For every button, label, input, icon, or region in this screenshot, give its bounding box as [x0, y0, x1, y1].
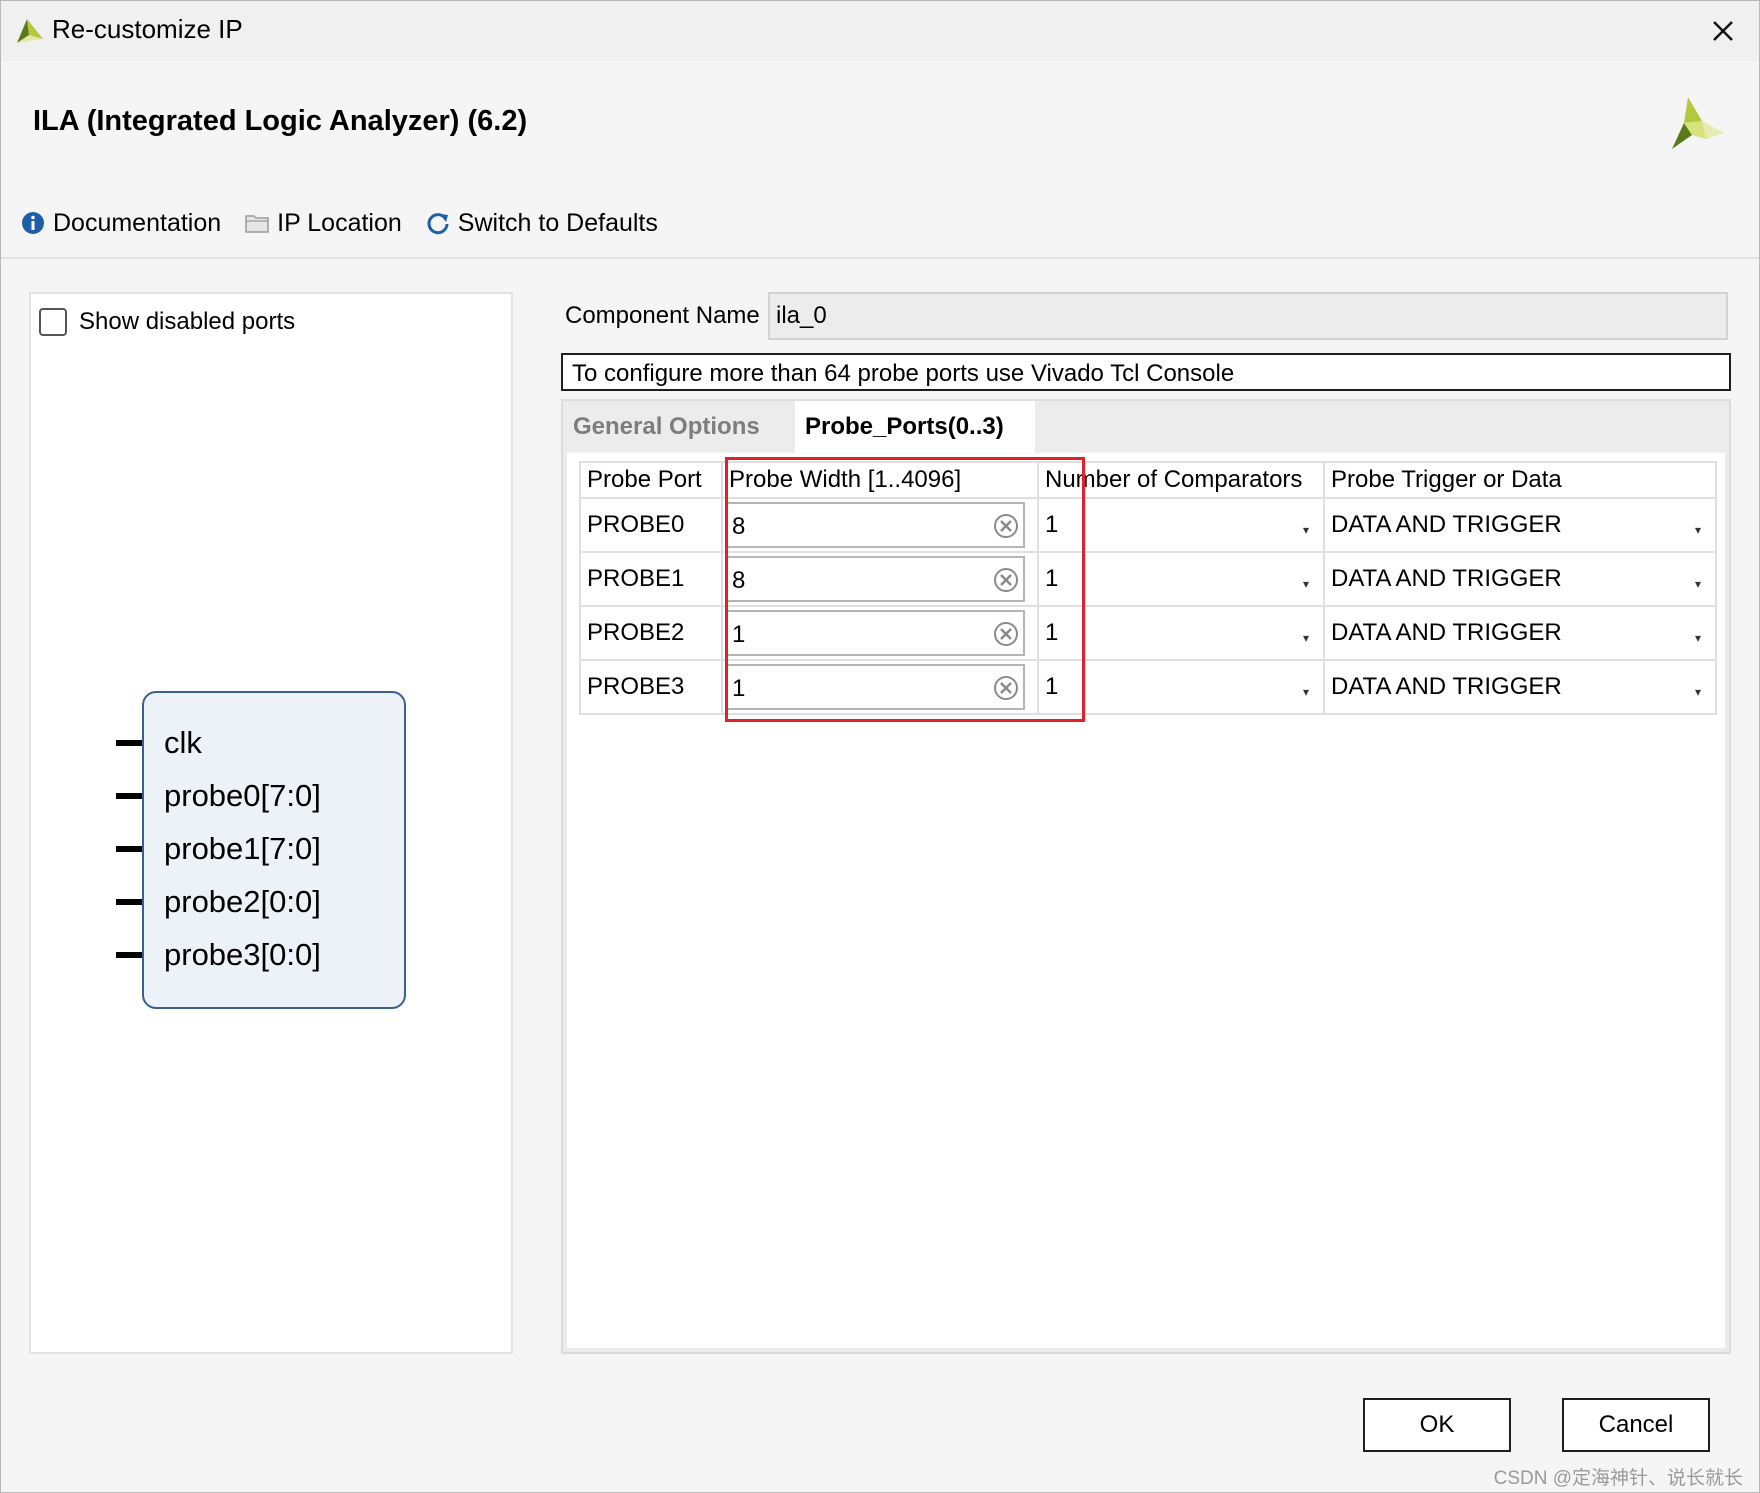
trigger-dropdown[interactable]: DATA AND TRIGGER ▾ — [1323, 497, 1717, 553]
info-icon — [22, 212, 44, 234]
probe-width-input[interactable]: 8 — [725, 502, 1025, 548]
comparators-value: 1 — [1045, 619, 1059, 646]
probe-width-value: 8 — [732, 513, 746, 540]
probe-width-value: 8 — [732, 567, 746, 594]
ip-header: ILA (Integrated Logic Analyzer) (6.2) Do… — [1, 61, 1759, 259]
ila-block-symbol: clk probe0[7:0] probe1[7:0] probe2[0:0] … — [116, 691, 406, 1009]
close-icon[interactable] — [1701, 9, 1745, 53]
xilinx-logo-icon — [1672, 97, 1724, 149]
port-name: clk — [164, 725, 202, 760]
probe-ports-table: Probe Port Probe Width [1..4096] Number … — [579, 461, 1717, 715]
trigger-value: DATA AND TRIGGER — [1331, 511, 1562, 538]
port-pin — [116, 952, 142, 958]
show-disabled-ports-option[interactable]: Show disabled ports — [39, 308, 295, 336]
table-row: PROBE0 8 1 ▾ DATA AND TRIGGER ▾ — [579, 497, 1717, 553]
probe-width-input[interactable]: 1 — [725, 664, 1025, 710]
table-header-row: Probe Port Probe Width [1..4096] Number … — [579, 461, 1717, 499]
probe-port-cell: PROBE2 — [579, 605, 723, 661]
title-bar: Re-customize IP — [1, 1, 1759, 61]
comparators-dropdown[interactable]: 1 ▾ — [1037, 497, 1325, 553]
component-name-field[interactable]: ila_0 — [768, 292, 1728, 340]
probe-width-input[interactable]: 8 — [725, 556, 1025, 602]
vivado-logo-icon — [17, 19, 43, 43]
trigger-dropdown[interactable]: DATA AND TRIGGER ▾ — [1323, 551, 1717, 607]
probe-width-input[interactable]: 1 — [725, 610, 1025, 656]
watermark: CSDN @定海神针、说长就长 — [1493, 1468, 1743, 1489]
toolbar: Documentation IP Location Switch to Defa… — [21, 205, 682, 241]
port-pin — [116, 740, 142, 746]
port-name: probe2[0:0] — [164, 884, 321, 919]
header-num-comparators: Number of Comparators — [1037, 461, 1325, 499]
clear-icon[interactable] — [993, 513, 1019, 539]
refresh-icon — [427, 213, 449, 235]
trigger-dropdown[interactable]: DATA AND TRIGGER ▾ — [1323, 659, 1717, 715]
switch-to-defaults-label: Switch to Defaults — [457, 208, 658, 237]
table-row: PROBE1 8 1 ▾ DATA AND TRIGGER ▾ — [579, 551, 1717, 607]
ip-title: ILA (Integrated Logic Analyzer) (6.2) — [33, 105, 528, 137]
table-row: PROBE2 1 1 ▾ DATA AND TRIGGER ▾ — [579, 605, 1717, 661]
config-tabs: General Options Probe_Ports(0..3) Probe … — [561, 399, 1731, 1354]
cancel-button[interactable]: Cancel — [1562, 1398, 1710, 1452]
clear-icon[interactable] — [993, 675, 1019, 701]
probe-port-cell: PROBE1 — [579, 551, 723, 607]
comparators-value: 1 — [1045, 673, 1059, 700]
port-pin — [116, 846, 142, 852]
trigger-value: DATA AND TRIGGER — [1331, 565, 1562, 592]
comparators-dropdown[interactable]: 1 ▾ — [1037, 605, 1325, 661]
trigger-value: DATA AND TRIGGER — [1331, 673, 1562, 700]
ip-location-label: IP Location — [277, 208, 402, 237]
probe-width-cell: 8 — [721, 497, 1039, 553]
dropdown-arrow-icon: ▾ — [1302, 577, 1309, 591]
ip-location-button[interactable]: IP Location — [245, 209, 402, 238]
documentation-button[interactable]: Documentation — [21, 209, 221, 238]
probe-port-cell: PROBE0 — [579, 497, 723, 553]
dropdown-arrow-icon: ▾ — [1694, 631, 1701, 645]
dropdown-arrow-icon: ▾ — [1302, 685, 1309, 699]
probe-port-cell: PROBE3 — [579, 659, 723, 715]
trigger-value: DATA AND TRIGGER — [1331, 619, 1562, 646]
comparators-dropdown[interactable]: 1 ▾ — [1037, 551, 1325, 607]
dropdown-arrow-icon: ▾ — [1302, 631, 1309, 645]
probe-width-cell: 1 — [721, 605, 1039, 661]
probe-width-cell: 1 — [721, 659, 1039, 715]
show-disabled-ports-label: Show disabled ports — [79, 308, 296, 335]
tab-probe-ports[interactable]: Probe_Ports(0..3) — [795, 401, 1035, 453]
configuration-panel: Component Name ila_0 To configure more t… — [561, 292, 1734, 1354]
ok-button[interactable]: OK — [1363, 1398, 1511, 1452]
trigger-dropdown[interactable]: DATA AND TRIGGER ▾ — [1323, 605, 1717, 661]
port-name: probe3[0:0] — [164, 937, 321, 972]
tab-general-options[interactable]: General Options — [563, 401, 783, 453]
header-trigger-or-data: Probe Trigger or Data — [1323, 461, 1717, 499]
dropdown-arrow-icon: ▾ — [1302, 523, 1309, 537]
probe-width-value: 1 — [732, 621, 746, 648]
probe-ports-tab-content: Probe Port Probe Width [1..4096] Number … — [567, 453, 1725, 1348]
component-name-label: Component Name — [565, 302, 760, 329]
header-probe-width: Probe Width [1..4096] — [721, 461, 1039, 499]
show-disabled-ports-checkbox[interactable] — [39, 308, 67, 336]
probe-ports-info-message: To configure more than 64 probe ports us… — [561, 353, 1731, 391]
dropdown-arrow-icon: ▾ — [1694, 523, 1701, 537]
port-pin — [116, 793, 142, 799]
window-title: Re-customize IP — [52, 14, 243, 44]
comparators-dropdown[interactable]: 1 ▾ — [1037, 659, 1325, 715]
probe-width-value: 1 — [732, 675, 746, 702]
probe-width-cell: 8 — [721, 551, 1039, 607]
ip-symbol-panel: Show disabled ports clk probe0[7:0] prob… — [29, 292, 513, 1354]
recustomize-ip-dialog: Re-customize IP ILA (Integrated Logic An… — [0, 0, 1760, 1493]
comparators-value: 1 — [1045, 565, 1059, 592]
folder-icon — [245, 215, 269, 233]
component-name-row: Component Name — [565, 292, 770, 340]
port-name: probe0[7:0] — [164, 778, 321, 813]
dropdown-arrow-icon: ▾ — [1694, 577, 1701, 591]
table-row: PROBE3 1 1 ▾ DATA AND TRIGGER ▾ — [579, 659, 1717, 715]
clear-icon[interactable] — [993, 621, 1019, 647]
port-pin — [116, 899, 142, 905]
documentation-label: Documentation — [53, 208, 222, 237]
switch-to-defaults-button[interactable]: Switch to Defaults — [426, 209, 658, 238]
header-probe-port: Probe Port — [579, 461, 723, 499]
clear-icon[interactable] — [993, 567, 1019, 593]
comparators-value: 1 — [1045, 511, 1059, 538]
dropdown-arrow-icon: ▾ — [1694, 685, 1701, 699]
port-name: probe1[7:0] — [164, 831, 321, 866]
